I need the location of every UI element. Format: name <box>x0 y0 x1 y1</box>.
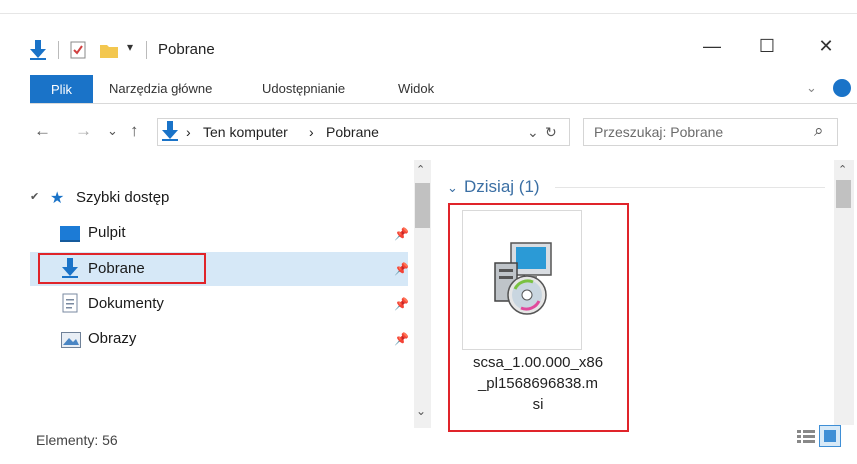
content-scrollbar-thumb[interactable] <box>836 180 851 208</box>
download-icon <box>162 121 178 146</box>
status-item-count: Elementy: 56 <box>36 432 118 448</box>
large-icons-view-icon[interactable] <box>819 425 841 447</box>
group-divider <box>555 187 825 188</box>
help-icon[interactable] <box>833 79 851 97</box>
tab-file[interactable]: Plik <box>30 75 93 103</box>
close-button[interactable]: ✕ <box>811 36 841 57</box>
pin-icon[interactable]: 📌 <box>394 332 409 346</box>
star-icon: ★ <box>50 190 65 207</box>
details-view-icon[interactable] <box>797 429 815 450</box>
toolbar-separator <box>146 41 147 59</box>
recent-locations-button[interactable]: ⌄ <box>107 123 118 139</box>
breadcrumb-separator[interactable]: › <box>309 124 314 140</box>
download-icon <box>30 40 46 65</box>
pin-icon[interactable]: 📌 <box>394 227 409 241</box>
nav-item-desktop[interactable]: Pulpit <box>88 224 126 241</box>
top-divider <box>0 13 857 14</box>
ribbon-divider <box>30 103 857 104</box>
chevron-down-icon[interactable]: ✔ <box>30 190 39 203</box>
pin-icon[interactable]: 📌 <box>394 297 409 311</box>
search-icon[interactable]: ⌕ <box>814 121 824 141</box>
scroll-up-icon[interactable]: ⌃ <box>838 163 847 176</box>
tab-home[interactable]: Narzędzia główne <box>109 81 212 96</box>
highlight-box-downloads <box>38 253 206 284</box>
nav-item-documents[interactable]: Dokumenty <box>88 295 164 312</box>
window-title: Pobrane <box>158 41 215 58</box>
document-icon <box>62 293 78 318</box>
tab-view[interactable]: Widok <box>398 81 434 96</box>
pictures-icon <box>61 332 81 353</box>
chevron-down-icon[interactable]: ⌄ <box>447 180 458 196</box>
ribbon-expand-icon[interactable]: ⌄ <box>806 80 817 96</box>
address-dropdown-button[interactable]: ⌄ <box>527 124 539 141</box>
nav-item-quick-access[interactable]: Szybki dostęp <box>76 189 169 206</box>
highlight-box-file <box>448 203 629 432</box>
tab-share[interactable]: Udostępnianie <box>262 81 345 96</box>
nav-scrollbar-thumb[interactable] <box>415 183 430 228</box>
maximize-button[interactable]: ☐ <box>752 36 782 57</box>
back-button[interactable]: ← <box>34 121 51 141</box>
forward-button[interactable]: → <box>75 121 92 141</box>
up-button[interactable]: ↑ <box>130 121 139 141</box>
group-header-today[interactable]: Dzisiaj (1) <box>464 177 540 197</box>
nav-item-pictures[interactable]: Obrazy <box>88 330 136 347</box>
refresh-button[interactable]: ↻ <box>545 124 557 141</box>
properties-icon[interactable] <box>70 41 86 64</box>
minimize-button[interactable]: — <box>697 36 727 57</box>
desktop-icon <box>60 226 80 247</box>
scroll-up-icon[interactable]: ⌃ <box>416 163 425 176</box>
breadcrumb-downloads[interactable]: Pobrane <box>326 124 379 140</box>
new-folder-icon[interactable] <box>100 42 118 63</box>
toolbar-separator <box>58 41 59 59</box>
breadcrumb-this-pc[interactable]: Ten komputer <box>203 124 288 140</box>
breadcrumb-separator[interactable]: › <box>186 124 191 140</box>
customize-toolbar-icon[interactable]: ▾ <box>127 40 133 54</box>
scroll-down-icon[interactable]: ⌄ <box>416 404 426 418</box>
pin-icon[interactable]: 📌 <box>394 262 409 276</box>
search-placeholder: Przeszukaj: Pobrane <box>594 124 724 140</box>
